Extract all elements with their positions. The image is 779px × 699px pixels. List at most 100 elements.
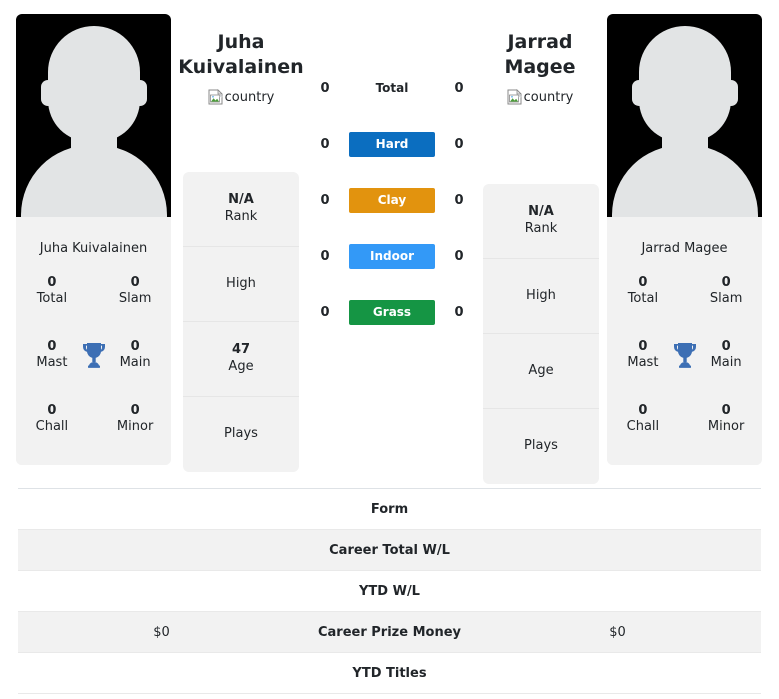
player-name-left-line1: Juha [217,31,265,53]
h2h-row-clay: 0 Clay 0 [312,172,472,228]
h2h-total-label: Total [375,81,409,95]
player-comparison-page: Juha Kuivalainen 0 Total 0 Slam 0 Mast 0… [0,0,779,699]
info-cell-rank-right: N/A Rank [483,184,599,259]
titles-chall-value-right: 0 [638,402,648,418]
titles-slam-left: 0 Slam [109,275,161,308]
trophy-icon-right [669,341,700,369]
info-rank-value-right: N/A [528,204,554,220]
player-info-card-right: N/A Rank High Age Plays [483,184,599,484]
titles-minor-right: 0 Minor [700,403,752,436]
h2h-grass-score-left: 0 [320,304,330,320]
h2h-total-score-left: 0 [320,80,330,96]
h2h-indoor-score-left: 0 [320,248,330,264]
titles-mast-value-left: 0 [47,338,57,354]
h2h-hard-score-right: 0 [454,136,464,152]
info-plays-label-left: Plays [224,426,258,442]
h2h-indoor-badge[interactable]: Indoor [349,243,435,269]
player-info-card-left: N/A Rank High 47 Age Plays [183,172,299,472]
info-age-value-left: 47 [231,342,251,358]
h2h-row-total: 0 Total 0 [312,60,472,116]
info-cell-high-right: High [483,259,599,334]
broken-image-icon-right [507,89,523,105]
info-age-label-left: Age [228,359,254,374]
titles-chall-label-right: Chall [626,419,660,434]
titles-main-label-left: Main [119,355,151,370]
player-name-left-line2: Kuivalainen [178,55,304,78]
titles-slam-label-right: Slam [709,291,743,306]
h2h-clay-score-right: 0 [454,192,464,208]
titles-total-value-left: 0 [47,274,57,290]
titles-slam-value-right: 0 [721,274,731,290]
info-high-label-left: High [226,275,256,291]
titles-row-total-slam-left: 0 Total 0 Slam [26,259,161,323]
titles-chall-left: 0 Chall [26,403,78,436]
stat-label-ytd-titles: YTD Titles [352,665,427,681]
titles-chall-right: 0 Chall [617,403,669,436]
titles-mast-right: 0 Mast [617,339,669,372]
titles-mast-left: 0 Mast [26,339,78,372]
titles-main-value-right: 0 [721,338,731,354]
player-country-label-left: country [224,89,275,105]
info-rank-label-left: Rank [224,209,258,224]
h2h-grass-badge[interactable]: Grass [349,299,435,325]
info-rank-value-left: N/A [228,192,254,208]
titles-minor-value-right: 0 [721,402,731,418]
titles-total-right: 0 Total [617,275,669,308]
titles-minor-label-right: Minor [707,419,745,434]
stat-label-career-total-wl: Career Total W/L [329,542,450,558]
titles-minor-value-left: 0 [130,402,140,418]
player-photo-caption-right: Jarrad Magee [607,217,762,259]
titles-chall-value-left: 0 [47,402,57,418]
titles-slam-label-left: Slam [118,291,152,306]
avatar-silhouette-icon-right [607,14,762,217]
table-row: YTD W/L [18,571,761,612]
titles-main-left: 0 Main [109,339,161,372]
stat-label-career-prize-money: Career Prize Money [317,624,461,640]
player-photo-panel-left[interactable]: Juha Kuivalainen 0 Total 0 Slam 0 Mast 0… [16,14,171,465]
titles-total-label-left: Total [36,291,68,306]
info-cell-plays-right: Plays [483,409,599,484]
titles-row-chall-minor-right: 0 Chall 0 Minor [617,387,752,451]
h2h-total-score-right: 0 [454,80,464,96]
titles-main-right: 0 Main [700,339,752,372]
titles-mast-label-right: Mast [627,355,659,370]
head-to-head-surface-list: 0 Total 0 0 Hard 0 0 Clay 0 0 Indoor 0 0 [312,60,472,340]
titles-row-mast-main-left: 0 Mast 0 Main [26,323,161,387]
table-row: Form [18,489,761,530]
info-cell-plays-left: Plays [183,397,299,472]
h2h-clay-score-left: 0 [320,192,330,208]
titles-total-label-right: Total [627,291,659,306]
h2h-row-grass: 0 Grass 0 [312,284,472,340]
info-cell-age-left: 47 Age [183,322,299,397]
info-plays-label-right: Plays [524,438,558,454]
player-photo-panel-right[interactable]: Jarrad Magee 0 Total 0 Slam 0 Mast 0 Mai… [607,14,762,465]
stat-value-left-career-prize-money: $0 [153,624,170,640]
titles-mast-value-right: 0 [638,338,648,354]
h2h-indoor-score-right: 0 [454,248,464,264]
player-country-right: country [454,89,626,105]
titles-row-mast-main-right: 0 Mast 0 Main [617,323,752,387]
titles-main-value-left: 0 [130,338,140,354]
info-rank-label-right: Rank [524,221,558,236]
player-name-block-left: Juha Kuivalainen country [155,30,327,105]
player-name-left[interactable]: Juha Kuivalainen [155,30,327,79]
player-name-right[interactable]: Jarrad Magee [454,30,626,79]
player-country-left: country [155,89,327,105]
player-name-block-right: Jarrad Magee country [454,30,626,105]
h2h-hard-score-left: 0 [320,136,330,152]
h2h-clay-badge[interactable]: Clay [349,187,435,213]
player-country-label-right: country [523,89,574,105]
h2h-hard-badge[interactable]: Hard [349,131,435,157]
comparison-stats-table: Form Career Total W/L YTD W/L $0 Career … [18,488,761,694]
titles-minor-left: 0 Minor [109,403,161,436]
player-name-right-line1: Jarrad [507,31,573,53]
titles-total-value-right: 0 [638,274,648,290]
head-to-head-top-area: Juha Kuivalainen 0 Total 0 Slam 0 Mast 0… [0,0,779,484]
stat-label-form: Form [370,501,409,517]
table-row: $0 Career Prize Money $0 [18,612,761,653]
titles-slam-value-left: 0 [130,274,140,290]
avatar-silhouette-icon-left [16,14,171,217]
trophy-icon-left [78,341,109,369]
titles-slam-right: 0 Slam [700,275,752,308]
player-name-right-line2: Magee [504,55,576,78]
